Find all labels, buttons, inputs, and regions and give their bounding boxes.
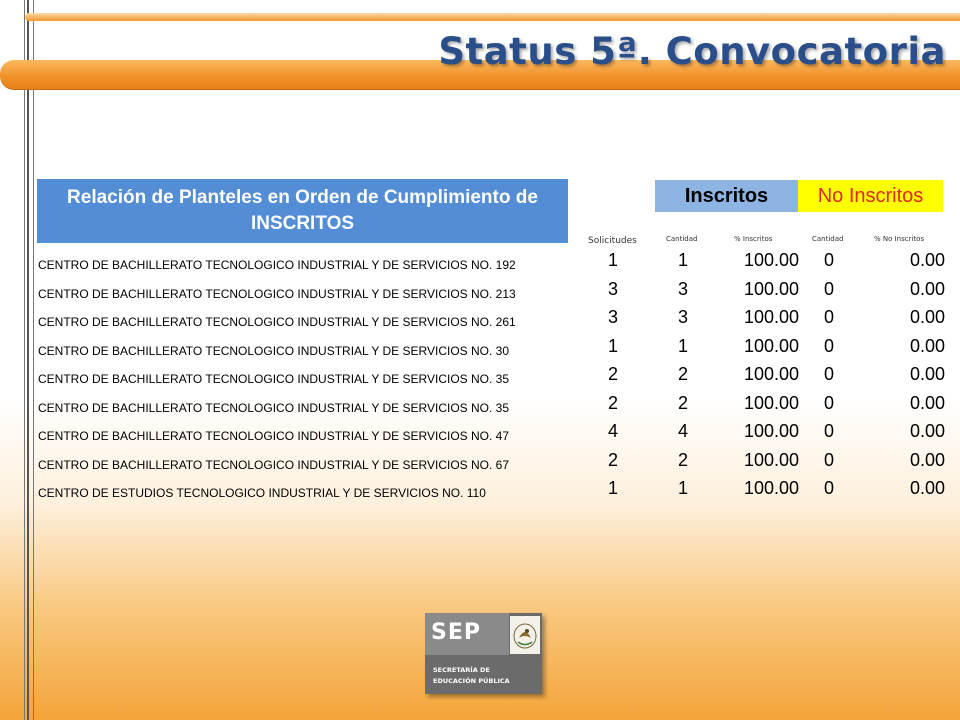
no-cantidad-value: 0 (823, 278, 834, 299)
pct-no-inscritos-value: 0.00 (909, 250, 945, 270)
logo-line-1: SECRETARÍA DE (433, 666, 490, 674)
table-row: CENTRO DE BACHILLERATO TECNOLOGICO INDUS… (0, 277, 960, 306)
table-row: CENTRO DE BACHILLERATO TECNOLOGICO INDUS… (0, 305, 960, 334)
table-row: CENTRO DE BACHILLERATO TECNOLOGICO INDUS… (0, 391, 960, 420)
pct-no-inscritos-value: 0.00 (909, 449, 945, 470)
pct-no-inscritos-value: 0.00 (909, 421, 945, 441)
plantel-name: CENTRO DE BACHILLERATO TECNOLOGICO INDUS… (38, 372, 510, 386)
top-accent-bar (25, 13, 960, 21)
solicitudes-value: 3 (607, 278, 618, 299)
cantidad-value: 2 (677, 449, 688, 470)
no-cantidad-value: 0 (823, 449, 834, 470)
subheader-cantidad-no: Cantidad (812, 235, 844, 243)
logo-line-2: EDUCACIÓN PÚBLICA (433, 677, 510, 685)
pct-inscritos-value: 100.00 (743, 449, 799, 470)
plantel-name: CENTRO DE BACHILLERATO TECNOLOGICO INDUS… (38, 343, 510, 358)
inscritos-header: Inscritos (655, 180, 798, 212)
table-row: CENTRO DE ESTUDIOS TECNOLOGICO INDUSTRIA… (0, 476, 960, 505)
subheader-solicitudes: Solicitudes (588, 236, 637, 246)
solicitudes-value: 2 (607, 392, 618, 413)
cantidad-value: 3 (677, 278, 688, 299)
pct-no-inscritos-value: 0.00 (909, 392, 945, 413)
no-cantidad-value: 0 (823, 335, 834, 356)
pct-no-inscritos-value: 0.00 (909, 478, 945, 498)
planteles-table: CENTRO DE BACHILLERATO TECNOLOGICO INDUS… (0, 248, 960, 505)
subheader-pct-no-inscritos: % No Inscritos (874, 235, 925, 243)
pct-inscritos-value: 100.00 (743, 278, 799, 299)
table-row: CENTRO DE BACHILLERATO TECNOLOGICO INDUS… (0, 419, 960, 448)
pct-inscritos-value: 100.00 (743, 364, 799, 384)
cantidad-value: 2 (677, 364, 688, 384)
plantel-name: CENTRO DE BACHILLERATO TECNOLOGICO INDUS… (38, 400, 510, 415)
solicitudes-value: 2 (607, 364, 618, 384)
pct-inscritos-value: 100.00 (743, 478, 799, 498)
plantel-name: CENTRO DE BACHILLERATO TECNOLOGICO INDUS… (38, 286, 516, 301)
table-row: CENTRO DE BACHILLERATO TECNOLOGICO INDUS… (0, 334, 960, 363)
mexican-eagle-seal-icon (510, 616, 540, 654)
no-cantidad-value: 0 (823, 250, 834, 270)
pct-inscritos-value: 100.00 (743, 335, 799, 356)
plantel-name: CENTRO DE BACHILLERATO TECNOLOGICO INDUS… (38, 315, 516, 329)
no-cantidad-value: 0 (823, 421, 834, 441)
pct-no-inscritos-value: 0.00 (909, 335, 945, 356)
solicitudes-value: 4 (607, 421, 618, 441)
page-title: Status 5ª. Convocatoria (438, 30, 946, 73)
pct-inscritos-value: 100.00 (743, 250, 799, 270)
plantel-name: CENTRO DE ESTUDIOS TECNOLOGICO INDUSTRIA… (38, 486, 486, 500)
solicitudes-value: 2 (607, 449, 618, 470)
table-row: CENTRO DE BACHILLERATO TECNOLOGICO INDUS… (0, 448, 960, 477)
sep-logo: SEP SECRETARÍA DE EDUCACIÓN PÚBLICA (425, 613, 542, 694)
pct-no-inscritos-value: 0.00 (909, 307, 945, 327)
cantidad-value: 1 (677, 250, 688, 270)
no-cantidad-value: 0 (823, 392, 834, 413)
pct-no-inscritos-value: 0.00 (909, 364, 945, 384)
pct-inscritos-value: 100.00 (743, 421, 799, 441)
cantidad-value: 1 (677, 478, 688, 498)
pct-inscritos-value: 100.00 (743, 392, 799, 413)
cantidad-value: 2 (677, 392, 688, 413)
pct-no-inscritos-value: 0.00 (909, 278, 945, 299)
no-cantidad-value: 0 (823, 478, 834, 498)
no-inscritos-header: No Inscritos (798, 180, 943, 212)
no-cantidad-value: 0 (823, 307, 834, 327)
plantel-name: CENTRO DE BACHILLERATO TECNOLOGICO INDUS… (38, 429, 510, 443)
solicitudes-value: 1 (607, 478, 618, 498)
pct-inscritos-value: 100.00 (743, 307, 799, 327)
cantidad-value: 1 (677, 335, 688, 356)
cantidad-value: 3 (677, 307, 688, 327)
relacion-header: Relación de Planteles en Orden de Cumpli… (37, 179, 568, 243)
logo-acronym: SEP (431, 620, 481, 645)
subheader-pct-inscritos: % Inscritos (734, 235, 773, 243)
subheader-cantidad: Cantidad (666, 235, 698, 243)
plantel-name: CENTRO DE BACHILLERATO TECNOLOGICO INDUS… (38, 457, 510, 472)
table-row: CENTRO DE BACHILLERATO TECNOLOGICO INDUS… (0, 362, 960, 391)
solicitudes-value: 1 (607, 250, 618, 270)
solicitudes-value: 1 (607, 335, 618, 356)
no-cantidad-value: 0 (823, 364, 834, 384)
cantidad-value: 4 (677, 421, 688, 441)
solicitudes-value: 3 (607, 307, 618, 327)
plantel-name: CENTRO DE BACHILLERATO TECNOLOGICO INDUS… (38, 258, 516, 272)
table-row: CENTRO DE BACHILLERATO TECNOLOGICO INDUS… (0, 248, 960, 277)
